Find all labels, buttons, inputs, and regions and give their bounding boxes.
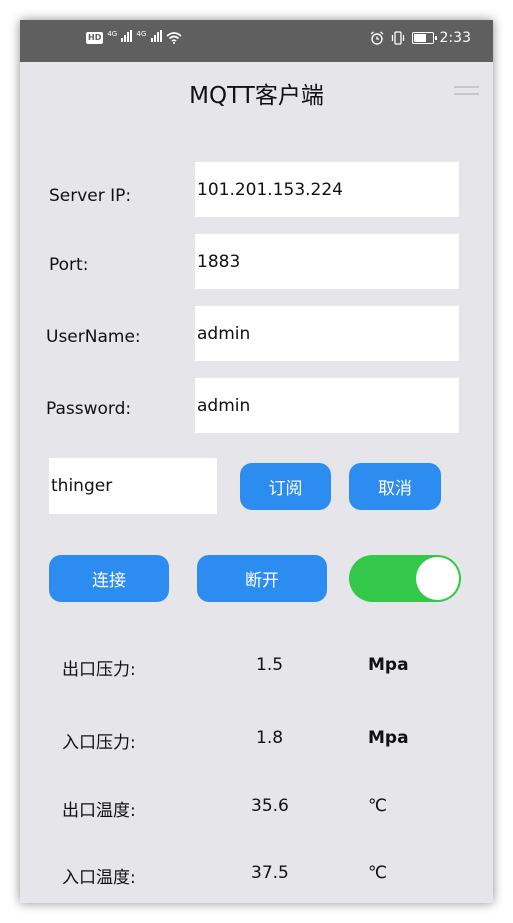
- status-right: 2:33: [370, 30, 471, 46]
- alarm-clock-icon: [370, 31, 383, 45]
- port-label: Port:: [49, 255, 89, 275]
- inlet-pressure-value: 1.8: [256, 728, 284, 748]
- wifi-icon: [165, 32, 182, 44]
- sim1-signal-icon: 4G: [107, 30, 133, 45]
- port-field[interactable]: 1883: [195, 234, 459, 289]
- password-field[interactable]: admin: [195, 378, 459, 433]
- inlet-temperature-unit: ℃: [368, 863, 388, 883]
- outlet-pressure-unit: Mpa: [368, 655, 409, 675]
- status-left: HD 4G 4G: [86, 30, 182, 45]
- inlet-temperature-value: 37.5: [251, 863, 289, 883]
- password-label: Password:: [46, 399, 132, 419]
- connect-button[interactable]: 连接: [49, 555, 169, 602]
- outlet-pressure-value: 1.5: [256, 655, 284, 675]
- sim2-signal-icon: 4G: [136, 30, 162, 45]
- outlet-temperature-value: 35.6: [251, 796, 289, 816]
- cancel-subscribe-button[interactable]: 取消: [349, 463, 441, 510]
- inlet-temperature-label: 入口温度:: [62, 868, 136, 888]
- server-ip-label: Server IP:: [49, 186, 132, 206]
- vibrate-icon: [391, 31, 404, 45]
- connection-toggle[interactable]: [349, 555, 461, 602]
- outlet-temperature-label: 出口温度:: [62, 801, 136, 821]
- page-title: MQTT客户端: [189, 83, 324, 109]
- topic-field[interactable]: thinger: [49, 458, 217, 514]
- hd-badge: HD: [86, 31, 104, 44]
- battery-icon: [411, 32, 437, 44]
- inlet-pressure-unit: Mpa: [368, 728, 409, 748]
- toggle-knob: [416, 557, 459, 600]
- inlet-pressure-label: 入口压力:: [62, 733, 136, 753]
- sim1-network-label: 4G: [107, 30, 118, 38]
- status-bar: HD 4G 4G 2:33: [20, 20, 493, 62]
- menu-icon[interactable]: [454, 86, 479, 96]
- subscribe-button[interactable]: 订阅: [240, 463, 331, 510]
- outlet-pressure-label: 出口压力:: [62, 660, 136, 680]
- outlet-temperature-unit: ℃: [368, 796, 388, 816]
- status-time: 2:33: [439, 30, 471, 46]
- phone-screen: HD 4G 4G 2:33 MQTT客户端 Server IP: 101.201…: [20, 20, 493, 903]
- sim2-network-label: 4G: [136, 30, 147, 38]
- username-label: UserName:: [46, 327, 141, 347]
- disconnect-button[interactable]: 断开: [197, 555, 327, 602]
- server-ip-field[interactable]: 101.201.153.224: [195, 162, 459, 217]
- username-field[interactable]: admin: [195, 306, 459, 361]
